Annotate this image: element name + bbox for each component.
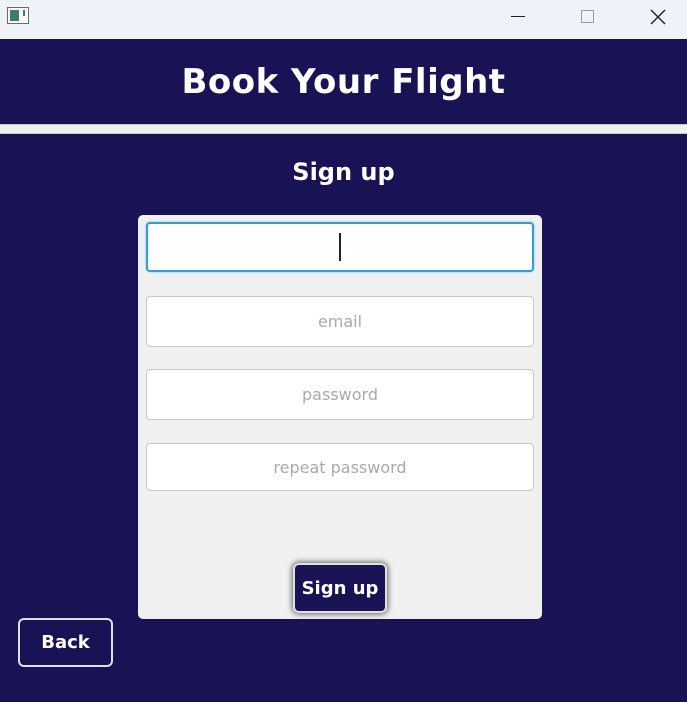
window-titlebar	[0, 0, 687, 39]
back-button[interactable]: Back	[18, 618, 113, 667]
signup-button[interactable]: Sign up	[293, 563, 387, 613]
app-header: Book Your Flight	[0, 39, 687, 125]
window-app-icon	[7, 7, 29, 24]
minimize-icon	[511, 16, 525, 17]
repeat-password-field[interactable]	[146, 443, 534, 491]
signup-form	[138, 215, 542, 619]
header-divider	[0, 124, 687, 134]
close-button[interactable]	[635, 0, 681, 33]
minimize-button[interactable]	[495, 0, 541, 33]
signup-heading: Sign up	[292, 158, 395, 186]
close-icon	[650, 9, 666, 24]
maximize-button[interactable]	[564, 0, 610, 33]
text-caret	[339, 233, 341, 261]
password-field[interactable]	[146, 369, 534, 420]
email-field[interactable]	[146, 296, 534, 347]
maximize-icon	[580, 10, 594, 23]
page-title: Book Your Flight	[181, 62, 506, 102]
